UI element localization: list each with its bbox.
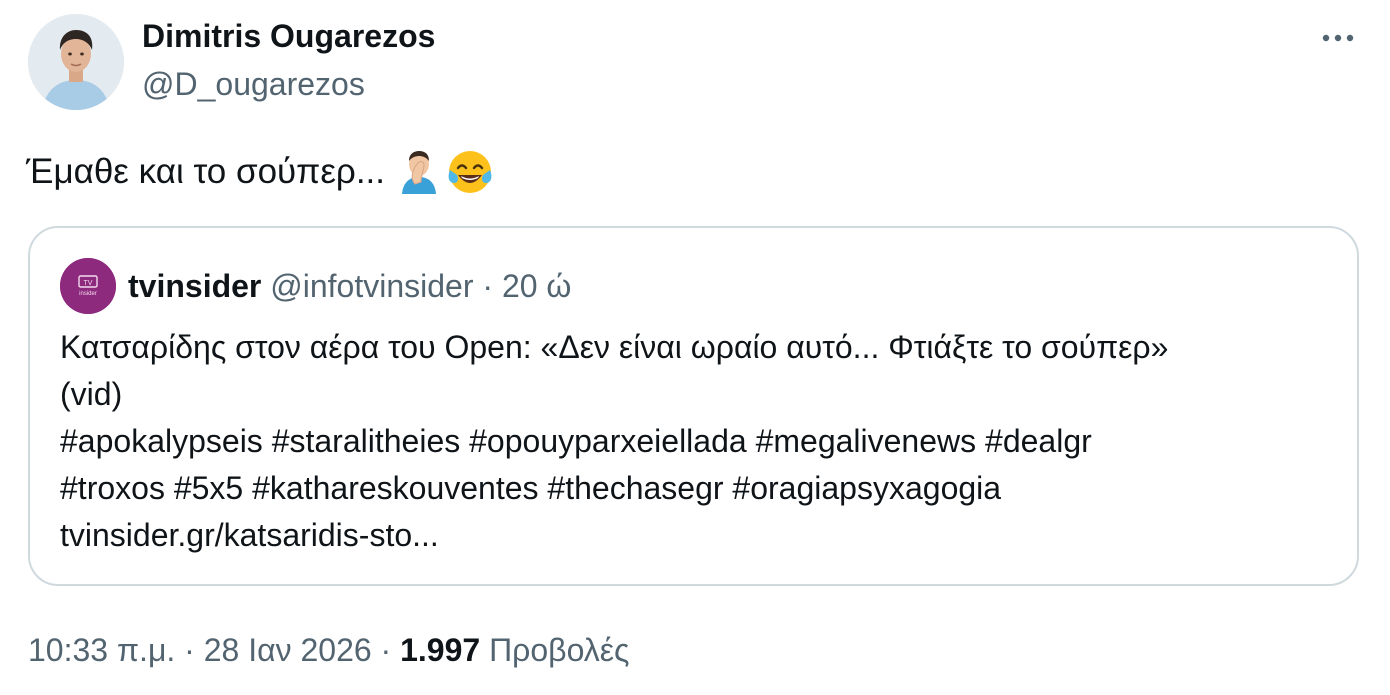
views-count: 1.997	[400, 632, 481, 668]
tvinsider-logo-icon: TV insider	[60, 258, 116, 314]
quote-author-name[interactable]: tvinsider	[128, 268, 261, 304]
face-with-tears-of-joy-emoji-icon	[447, 149, 493, 195]
author-avatar[interactable]	[28, 14, 124, 110]
more-options-button[interactable]	[1316, 22, 1360, 54]
tweet-footer: 10:33 π.μ. · 28 Ιαν 2026 · 1.997 Προβολέ…	[28, 630, 629, 670]
profile-photo-icon	[28, 14, 124, 110]
quote-author-handle[interactable]: @infotvinsider	[270, 268, 473, 304]
tweet-date[interactable]: 28 Ιαν 2026	[204, 632, 372, 668]
quote-timestamp[interactable]: 20 ώ	[502, 268, 571, 304]
svg-text:insider: insider	[79, 291, 97, 297]
footer-separator: ·	[380, 632, 392, 668]
man-facepalming-emoji-icon	[399, 150, 439, 194]
quote-separator: ·	[482, 268, 494, 304]
quoted-tweet-card[interactable]: TV insider tvinsider @infotvinsider · 20…	[28, 226, 1359, 586]
quote-text-line: (vid)	[60, 376, 123, 412]
more-horizontal-icon	[1322, 34, 1354, 42]
quote-body: Κατσαρίδης στον αέρα του Open: «Δεν είνα…	[60, 324, 1335, 559]
quote-hashtags-line: #troxos #5x5 #kathareskouventes #thechas…	[60, 470, 1002, 506]
svg-text:TV: TV	[84, 280, 93, 287]
quote-avatar[interactable]: TV insider	[60, 258, 116, 314]
quote-link[interactable]: tvinsider.gr/katsaridis-sto...	[60, 512, 1335, 559]
quote-hashtags-line: #apokalypseis #staralitheies #opouyparxe…	[60, 423, 1092, 459]
tweet-time[interactable]: 10:33 π.μ.	[28, 632, 175, 668]
author-handle[interactable]: @D_ougarezos	[142, 66, 365, 103]
quote-text-line: Κατσαρίδης στον αέρα του Open: «Δεν είνα…	[60, 329, 1169, 365]
footer-separator: ·	[184, 632, 195, 668]
tweet-text-content: Έμαθε και το σούπερ...	[26, 152, 386, 191]
quote-header: tvinsider @infotvinsider · 20 ώ	[128, 266, 571, 306]
views-label: Προβολές	[489, 632, 630, 668]
author-name[interactable]: Dimitris Ougarezos	[142, 18, 435, 55]
tweet-text: Έμαθε και το σούπερ...	[26, 148, 493, 196]
